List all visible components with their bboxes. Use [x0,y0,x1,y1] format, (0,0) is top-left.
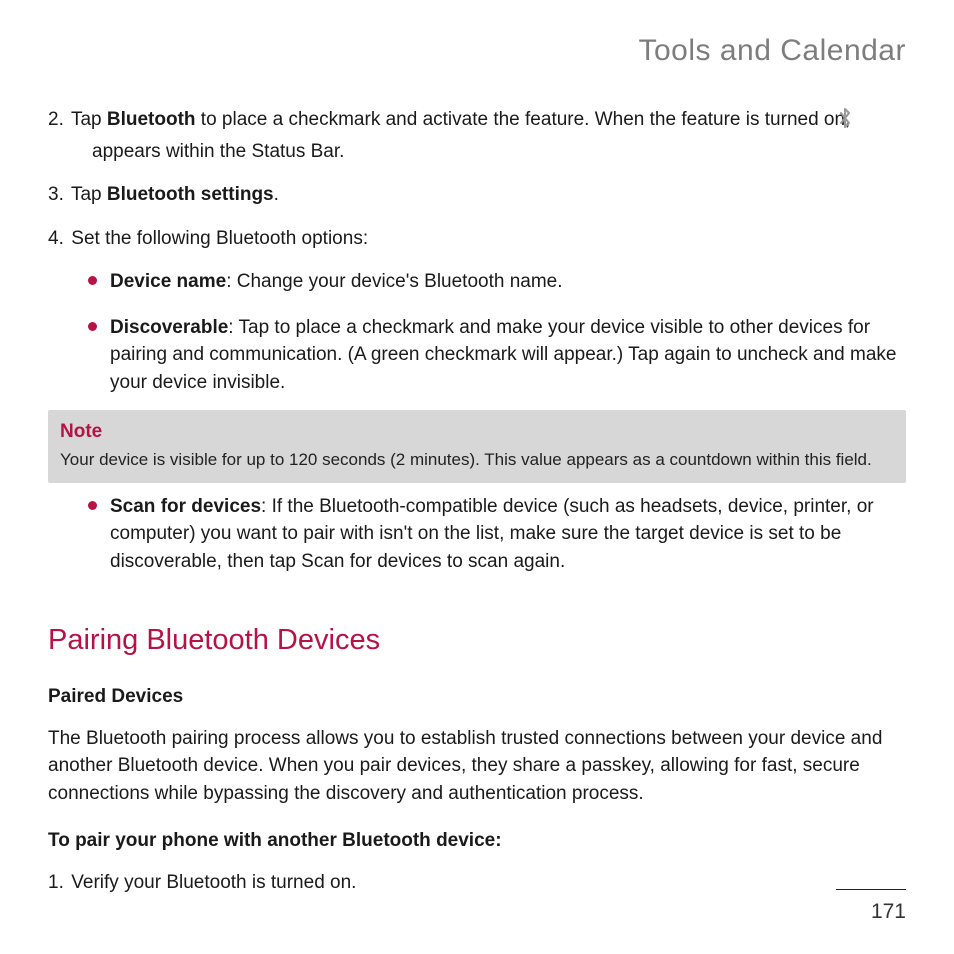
body-content: 2. Tap Bluetooth to place a checkmark an… [48,106,906,897]
options-list: Device name: Change your device's Blueto… [92,268,906,414]
option-description: : Change your device's Bluetooth name. [226,271,562,292]
footer-rule [836,889,906,890]
step-number: 2. [48,106,66,134]
step-text: Set the following Bluetooth options: [71,228,368,249]
page-footer: 171 [836,889,906,924]
page-number: 171 [836,900,906,924]
option-name: Scan for devices [110,496,261,517]
option-description: : Tap to place a checkmark and make your… [110,317,896,393]
option-name: Device name [110,271,226,292]
bluetooth-icon [858,107,876,129]
list-item: Discoverable: Tap to place a checkmark a… [92,314,906,415]
options-list-continued: Scan for devices: If the Bluetooth-compa… [92,493,906,594]
note-title: Note [60,418,894,446]
step-text-post: to place a checkmark and activate the fe… [196,109,856,130]
step-text-bold: Bluetooth [107,109,196,130]
step-text-pre: Tap [71,184,107,205]
step-text-continuation: appears within the Status Bar. [70,138,906,166]
list-item: Scan for devices: If the Bluetooth-compa… [92,493,906,594]
section-header: Tools and Calendar [48,34,906,68]
document-page: Tools and Calendar 2. Tap Bluetooth to p… [0,0,954,954]
step-3: 3. Tap Bluetooth settings. [48,181,906,209]
note-body: Your device is visible for up to 120 sec… [60,448,894,473]
procedure-title: To pair your phone with another Bluetoot… [48,827,906,855]
step-text: Verify your Bluetooth is turned on. [71,872,356,893]
option-name: Discoverable [110,317,228,338]
step-text-bold: Bluetooth settings [107,184,274,205]
paragraph-pairing-desc: The Bluetooth pairing process allows you… [48,725,906,808]
step-4: 4. Set the following Bluetooth options: [48,225,906,253]
step-number: 3. [48,181,66,209]
step-number: 1. [48,869,66,897]
step-text-post: . [274,184,279,205]
step-number: 4. [48,225,66,253]
subheading-paired-devices: Paired Devices [48,683,906,711]
note-callout: Note Your device is visible for up to 12… [48,410,906,482]
list-item: Device name: Change your device's Blueto… [92,268,906,314]
step-text-pre: Tap [71,109,107,130]
heading-pairing: Pairing Bluetooth Devices [48,619,906,661]
pairing-step-1: 1. Verify your Bluetooth is turned on. [48,869,906,897]
step-2: 2. Tap Bluetooth to place a checkmark an… [48,106,906,165]
